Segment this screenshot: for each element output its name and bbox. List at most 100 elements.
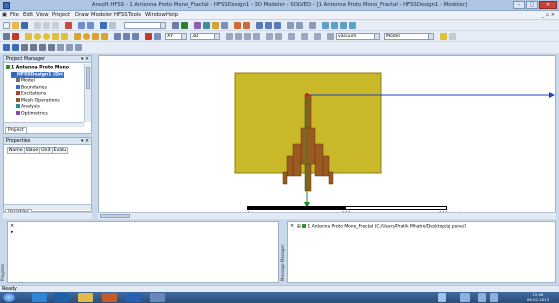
hfss-taskbar-icon[interactable] — [150, 293, 165, 302]
pan-icon[interactable] — [274, 22, 281, 29]
view-left-icon[interactable] — [39, 44, 46, 51]
spline-icon[interactable] — [349, 22, 356, 29]
message-output-close[interactable]: × — [290, 223, 294, 229]
view-trimetric-icon[interactable] — [66, 44, 73, 51]
project-tree-item[interactable]: Excitations — [16, 91, 46, 97]
menu-edit[interactable]: Edit — [23, 12, 33, 18]
toolbar-combo-1[interactable] — [124, 22, 166, 29]
mdi-window-controls[interactable]: _ ▫ × — [542, 12, 555, 18]
select-mode-icon[interactable] — [3, 33, 10, 40]
history-icon[interactable] — [327, 33, 334, 40]
column-value[interactable]: Value — [23, 147, 41, 154]
project-tree-item[interactable]: Analysis — [16, 104, 40, 110]
plane-select[interactable]: XY — [165, 33, 187, 40]
viewport-hscroll-thumb[interactable] — [100, 214, 130, 218]
draw-cylinder-icon[interactable] — [34, 33, 41, 40]
unite-icon[interactable] — [114, 33, 121, 40]
wire-icon[interactable] — [322, 22, 329, 29]
copy-icon[interactable] — [43, 22, 50, 29]
column-name[interactable]: Name — [7, 147, 25, 154]
subtract-icon[interactable] — [123, 33, 130, 40]
draw-helix-icon[interactable] — [61, 33, 68, 40]
tray-clock[interactable]: 12:06 06-02-2013 — [527, 292, 549, 302]
message-item[interactable]: ⊞ 1 Antenna Proto Mono_Fractal (C:/Users… — [297, 224, 466, 230]
menu-help[interactable]: Help — [166, 12, 178, 18]
viewport-hscroll[interactable] — [98, 212, 556, 219]
rotate-icon[interactable] — [287, 22, 294, 29]
ie-icon[interactable] — [32, 293, 47, 302]
snap-grid-icon[interactable] — [226, 33, 233, 40]
zoom-icon[interactable] — [265, 22, 272, 29]
keyboard-icon[interactable] — [460, 293, 470, 302]
draw-polygon-icon[interactable] — [92, 33, 99, 40]
expand-icon[interactable]: ⊞ — [297, 225, 301, 230]
view-front-icon[interactable] — [3, 44, 10, 51]
start-orb-icon[interactable] — [3, 293, 15, 302]
analyze-icon[interactable] — [181, 22, 188, 29]
report-icon[interactable] — [212, 22, 219, 29]
project-tree-item[interactable]: Boundaries — [16, 84, 47, 91]
column-unit[interactable]: Unit — [39, 147, 53, 154]
view-top-icon[interactable] — [21, 44, 28, 51]
menu-project[interactable]: Project — [52, 12, 70, 18]
menu-window[interactable]: Window — [145, 12, 166, 18]
view-back-icon[interactable] — [12, 44, 19, 51]
model-select[interactable]: Model — [384, 33, 434, 40]
menu-view[interactable]: View — [36, 12, 49, 18]
draw-arc-icon[interactable] — [243, 22, 250, 29]
menu-hfss[interactable]: HFSS — [114, 12, 128, 18]
select-icon[interactable] — [100, 22, 107, 29]
project-tree-item[interactable]: Mesh Operations — [16, 97, 60, 104]
results-icon[interactable] — [194, 22, 201, 29]
column-evaluated[interactable]: Evalu — [51, 147, 69, 154]
color-icon[interactable] — [440, 33, 447, 40]
menu-file[interactable]: File — [10, 12, 19, 18]
close-button[interactable]: ✕ — [539, 1, 557, 9]
new-icon[interactable] — [3, 22, 10, 29]
ruler-icon[interactable] — [314, 33, 321, 40]
measure-icon[interactable] — [288, 33, 295, 40]
explorer-icon[interactable] — [78, 293, 93, 302]
intersect-icon[interactable] — [132, 33, 139, 40]
draw-box-icon[interactable] — [25, 33, 32, 40]
undo-icon[interactable] — [78, 22, 85, 29]
menu-draw[interactable]: Draw — [75, 12, 89, 18]
project-tree-item[interactable]: Model — [16, 78, 35, 84]
menu-modeler[interactable]: Modeler — [91, 12, 112, 18]
open-icon[interactable] — [12, 22, 19, 29]
validate-icon[interactable] — [172, 22, 179, 29]
project-tree-scroll-thumb[interactable] — [86, 67, 90, 89]
coordinate-system-icon[interactable] — [145, 33, 152, 40]
media-icon[interactable] — [54, 293, 69, 302]
project-manager-close[interactable]: ▾ × — [81, 56, 89, 63]
draw-sphere-icon[interactable] — [43, 33, 50, 40]
volume-icon[interactable] — [490, 293, 498, 302]
view-dimetric-icon[interactable] — [75, 44, 82, 51]
view-iso-icon[interactable] — [57, 44, 64, 51]
view-right-icon[interactable] — [48, 44, 55, 51]
draw-circle-icon[interactable] — [83, 33, 90, 40]
snap-quadrant-icon[interactable] — [275, 33, 282, 40]
material-select[interactable]: vacuum — [336, 33, 380, 40]
fit-all-icon[interactable] — [256, 22, 263, 29]
transparency-icon[interactable] — [449, 33, 456, 40]
draw-rectangle-icon[interactable] — [74, 33, 81, 40]
properties-close[interactable]: ▾ × — [81, 138, 89, 145]
maximize-button[interactable]: □ — [526, 1, 538, 9]
redo-icon[interactable] — [87, 22, 94, 29]
paste-icon[interactable] — [52, 22, 59, 29]
animate-icon[interactable] — [221, 22, 228, 29]
word-icon[interactable] — [126, 293, 141, 302]
3d-modeler-viewport[interactable]: 0 100 200 (mm) — [98, 55, 556, 219]
view-icon[interactable] — [309, 22, 316, 29]
curve-icon[interactable] — [331, 22, 338, 29]
menu-tools[interactable]: Tools — [128, 12, 141, 18]
tab-project[interactable]: Project — [5, 127, 27, 134]
dimension-select[interactable]: 3D — [190, 33, 220, 40]
minimize-button[interactable]: – — [513, 1, 525, 9]
network-icon[interactable] — [478, 293, 486, 302]
arc-icon[interactable] — [340, 22, 347, 29]
draw-line-icon[interactable] — [234, 22, 241, 29]
project-tree-item[interactable]: 1 Antenna Proto Mono — [6, 65, 69, 71]
snap-face-icon[interactable] — [253, 33, 260, 40]
